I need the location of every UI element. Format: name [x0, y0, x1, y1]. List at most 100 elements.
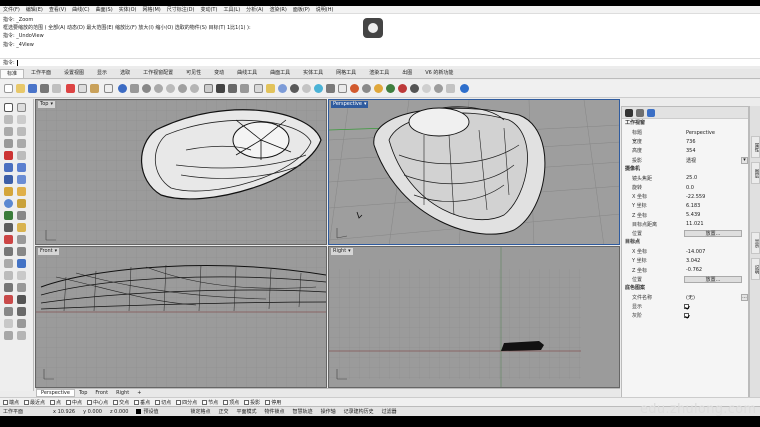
viewport-title-field[interactable]: Perspective: [684, 130, 748, 136]
tab-solid-tools[interactable]: 实体工具: [297, 69, 329, 78]
viewport-front[interactable]: Front ▾: [35, 246, 327, 388]
target-x-field[interactable]: -14.007: [684, 249, 748, 255]
zoom-selected-icon[interactable]: [190, 84, 199, 93]
tab-set-view[interactable]: 设置视图: [58, 69, 90, 78]
menu-file[interactable]: 文件(F): [3, 6, 20, 13]
checkbox[interactable]: [244, 399, 250, 405]
material-properties-icon[interactable]: [636, 109, 644, 117]
analyze-icon[interactable]: [4, 307, 13, 316]
menu-help[interactable]: 说明(H): [316, 6, 334, 13]
copy-icon[interactable]: [78, 84, 87, 93]
environment-icon[interactable]: [386, 84, 395, 93]
camera-place-button[interactable]: 放置...: [684, 229, 742, 237]
checkbox[interactable]: [24, 399, 30, 405]
checkbox[interactable]: [265, 399, 271, 405]
arc-icon[interactable]: [17, 127, 26, 136]
menu-solid[interactable]: 实体(O): [119, 6, 137, 13]
chevron-down-icon[interactable]: ▾: [741, 156, 748, 164]
named-view-icon[interactable]: [240, 84, 249, 93]
target-z-field[interactable]: -0.762: [684, 267, 748, 273]
sphere-display-icon[interactable]: [278, 84, 287, 93]
boolean-icon[interactable]: [17, 199, 26, 208]
checkbox[interactable]: [113, 399, 119, 405]
sweep-icon[interactable]: [17, 175, 26, 184]
four-view-icon[interactable]: [204, 84, 213, 93]
osnap-vertex[interactable]: 顶点: [223, 399, 239, 406]
projection-select[interactable]: 透视: [684, 157, 738, 164]
block-icon[interactable]: [17, 307, 26, 316]
zoom-window-icon[interactable]: [166, 84, 175, 93]
toggle-gumball[interactable]: 操作轴: [321, 408, 336, 415]
menu-curve[interactable]: 曲线(C): [72, 6, 89, 13]
osnap-knot[interactable]: 节点: [202, 399, 218, 406]
viewport-height-field[interactable]: 354: [684, 148, 748, 154]
viewport-right-label[interactable]: Right ▾: [331, 248, 353, 255]
toggle-smarttrack[interactable]: 智慧轨迹: [293, 408, 313, 415]
viewport-right[interactable]: Right ▾: [328, 246, 620, 388]
checkbox[interactable]: [134, 399, 140, 405]
menu-surface[interactable]: 曲面(S): [96, 6, 113, 13]
osnap-quad[interactable]: 四分点: [176, 399, 197, 406]
checkbox[interactable]: [223, 399, 229, 405]
print-icon[interactable]: [40, 84, 49, 93]
side-tab-help[interactable]: 说明: [751, 258, 760, 280]
rotate-view-icon[interactable]: [142, 84, 151, 93]
menu-transform[interactable]: 变动(T): [200, 6, 217, 13]
document-icon[interactable]: [104, 84, 113, 93]
points-on-icon[interactable]: [4, 295, 13, 304]
rectangle-icon[interactable]: [4, 139, 13, 148]
move-icon[interactable]: [4, 259, 13, 268]
tab-display[interactable]: 显示: [91, 69, 113, 78]
menu-render[interactable]: 渲染(R): [269, 6, 286, 13]
sphere-icon[interactable]: [4, 199, 13, 208]
material-icon[interactable]: [362, 84, 371, 93]
viewport-front-label[interactable]: Front ▾: [38, 248, 60, 255]
cut-icon[interactable]: [66, 84, 75, 93]
hide-icon[interactable]: [17, 319, 26, 328]
tab-mesh-tools[interactable]: 网格工具: [330, 69, 362, 78]
pan-icon[interactable]: [130, 84, 139, 93]
solid-box-icon[interactable]: [4, 187, 13, 196]
join-icon[interactable]: [4, 247, 13, 256]
viewport-tab-right[interactable]: Right: [112, 390, 133, 396]
rendered-icon[interactable]: [314, 84, 323, 93]
checkbox[interactable]: [50, 399, 56, 405]
text-tool-icon[interactable]: [4, 223, 13, 232]
tab-transform[interactable]: 变动: [208, 69, 230, 78]
properties-icon[interactable]: [17, 331, 26, 340]
menu-dimension[interactable]: 尺寸标注(D): [167, 6, 195, 13]
viewport-width-field[interactable]: 736: [684, 139, 748, 145]
select-arrow-icon[interactable]: [4, 103, 13, 112]
checkbox[interactable]: [176, 399, 182, 405]
light-icon[interactable]: [266, 84, 275, 93]
checkbox[interactable]: [202, 399, 208, 405]
osnap-mid[interactable]: 中点: [66, 399, 82, 406]
wallpaper-filename-field[interactable]: (无): [684, 294, 738, 301]
target-distance-field[interactable]: 11.021: [684, 221, 748, 227]
checkbox[interactable]: [155, 399, 161, 405]
toggle-ortho[interactable]: 正交: [219, 408, 229, 415]
zoom-icon[interactable]: [154, 84, 163, 93]
camera-x-field[interactable]: -22.559: [684, 194, 748, 200]
tab-render-tools[interactable]: 渲染工具: [363, 69, 395, 78]
open-folder-icon[interactable]: [16, 84, 25, 93]
tab-new-in-v6[interactable]: V6 的新功能: [419, 69, 459, 78]
texture-icon[interactable]: [410, 84, 419, 93]
render-sun-icon[interactable]: [374, 84, 383, 93]
loft-icon[interactable]: [17, 163, 26, 172]
color-wheel-icon[interactable]: [350, 84, 359, 93]
extrude-icon[interactable]: [4, 175, 13, 184]
browse-button[interactable]: ...: [741, 293, 748, 301]
tab-drafting[interactable]: 出图: [396, 69, 418, 78]
zoom-extents-icon[interactable]: [178, 84, 187, 93]
options-icon[interactable]: [422, 84, 431, 93]
viewport-tab-perspective[interactable]: Perspective: [36, 389, 75, 397]
display-properties-icon[interactable]: [647, 109, 655, 117]
side-tab-display[interactable]: 显示: [751, 232, 760, 254]
toggle-osnap[interactable]: 物件锁点: [265, 408, 285, 415]
osnap-center[interactable]: 中心点: [87, 399, 108, 406]
display-mode-icon[interactable]: [434, 84, 443, 93]
mirror-icon[interactable]: [4, 283, 13, 292]
object-properties-icon[interactable]: [625, 109, 633, 117]
tab-visibility[interactable]: 可见性: [180, 69, 207, 78]
